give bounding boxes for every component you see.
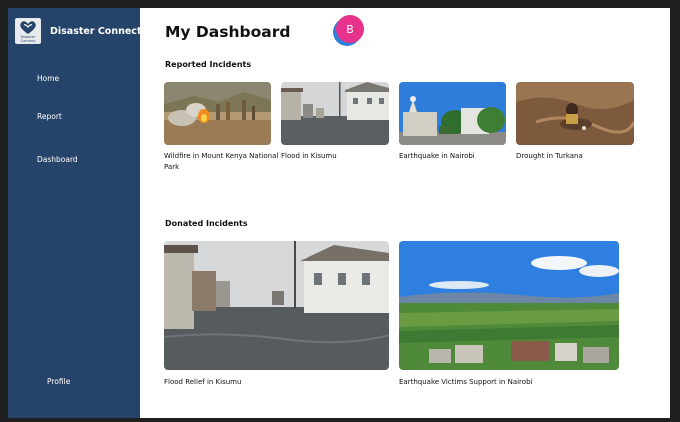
incident-caption: Earthquake in Nairobi [399, 152, 475, 160]
wildfire-image[interactable] [164, 82, 271, 145]
incident-caption: Wildfire in Mount Kenya National Park [164, 152, 279, 171]
page-title: My Dashboard [165, 23, 291, 41]
app-window: Disaster Connect Disaster Connect Home R… [8, 8, 670, 418]
main-content: My Dashboard B Reported Incidents Wildfi… [140, 8, 670, 418]
reported-incidents-heading: Reported Incidents [165, 60, 252, 69]
nav-item-report[interactable]: Report [37, 112, 62, 121]
incident-caption: Flood in Kisumu [281, 152, 337, 160]
nav-item-profile[interactable]: Profile [47, 377, 70, 386]
earthquake-support-image[interactable] [399, 241, 619, 370]
user-avatar-badge[interactable]: B [336, 15, 364, 43]
incident-caption: Earthquake Victims Support in Nairobi [399, 378, 533, 386]
sidebar: Disaster Connect Disaster Connect Home R… [8, 8, 141, 418]
heart-hands-icon [20, 21, 36, 34]
incident-caption: Flood Relief in Kisumu [164, 378, 242, 386]
drought-image[interactable] [516, 82, 634, 145]
donated-incidents-heading: Donated Incidents [165, 219, 248, 228]
logo: Disaster Connect [15, 18, 41, 44]
earthquake-image[interactable] [399, 82, 506, 145]
brand[interactable]: Disaster Connect Disaster Connect [15, 18, 141, 44]
app-name: Disaster Connect [50, 25, 142, 37]
incident-caption: Drought in Turkana [516, 152, 583, 160]
nav-item-home[interactable]: Home [37, 74, 59, 83]
nav-item-dashboard[interactable]: Dashboard [37, 155, 78, 164]
logo-text: Disaster Connect [20, 35, 36, 43]
flood-relief-image[interactable] [164, 241, 389, 370]
flood-image[interactable] [281, 82, 389, 145]
